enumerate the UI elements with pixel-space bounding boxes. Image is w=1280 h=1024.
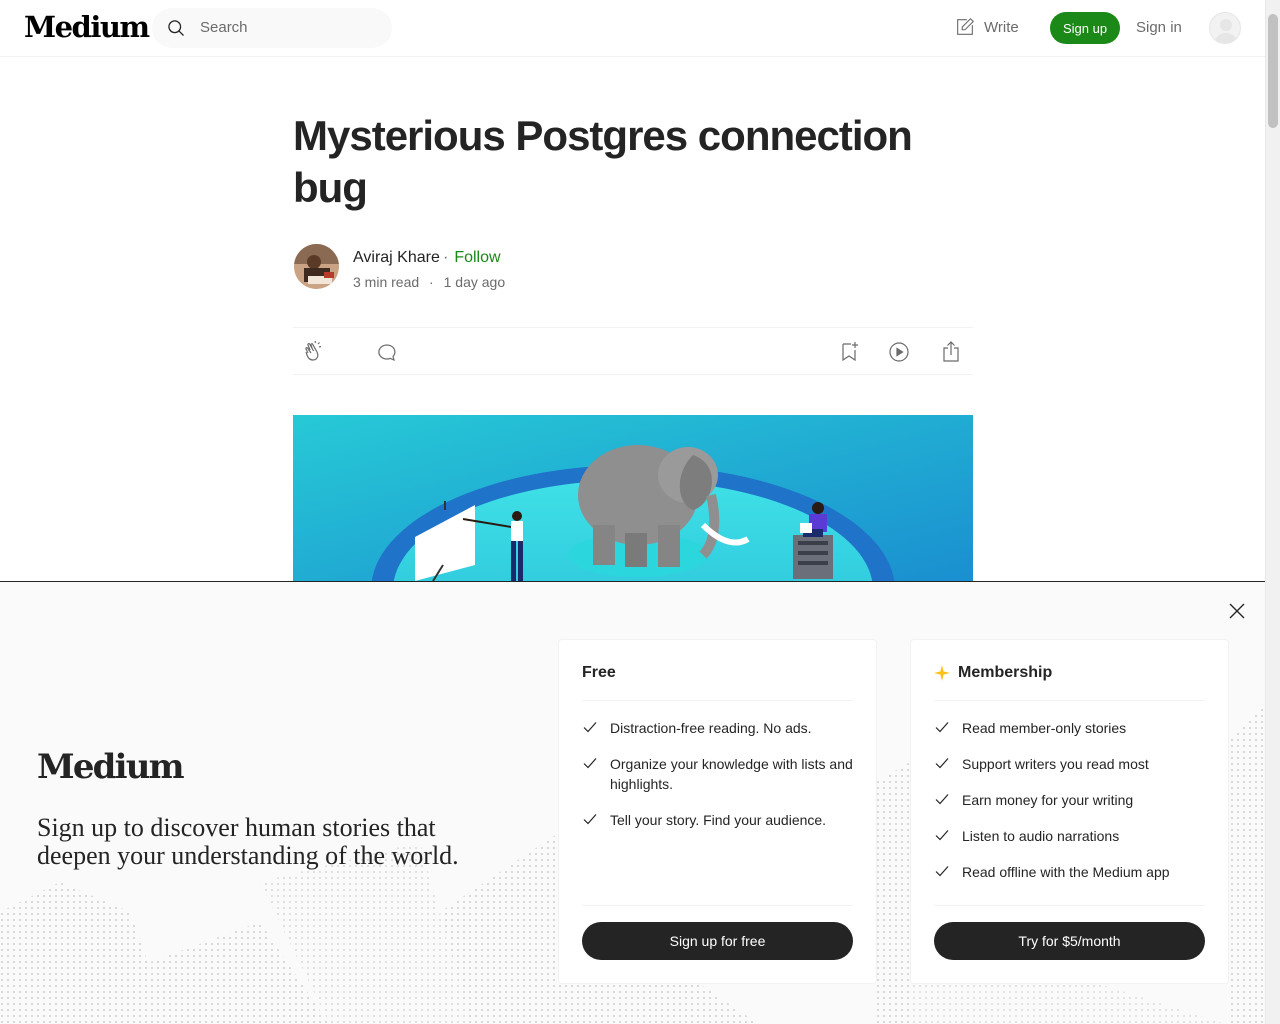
membership-feature-text: Listen to audio narrations: [962, 828, 1120, 844]
author-name[interactable]: Aviraj Khare: [353, 249, 440, 267]
free-feature-text: Distraction-free reading. No ads.: [610, 720, 812, 736]
signup-button[interactable]: Sign up: [1050, 12, 1120, 44]
check-icon: [583, 758, 597, 769]
check-icon: [935, 866, 949, 877]
default-avatar-icon: [1214, 19, 1238, 43]
search-input[interactable]: Search: [152, 8, 392, 48]
try-membership-button[interactable]: Try for $5/month: [934, 922, 1205, 960]
free-plan-title: Free: [582, 664, 616, 682]
clap-icon[interactable]: [301, 340, 325, 364]
page-scrollbar[interactable]: [1265, 0, 1280, 1024]
check-icon: [935, 722, 949, 733]
signup-overlay: Medium Sign up to discover human stories…: [0, 581, 1265, 1024]
scrollbar-thumb[interactable]: [1268, 14, 1278, 128]
divider: [582, 905, 853, 906]
check-icon: [583, 722, 597, 733]
check-icon: [935, 830, 949, 841]
check-icon: [583, 814, 597, 825]
author-photo: [294, 244, 339, 289]
comment-icon[interactable]: [375, 340, 399, 364]
check-icon: [935, 794, 949, 805]
write-label: Write: [984, 18, 1019, 36]
sparkle-icon: [934, 665, 950, 681]
membership-feature-text: Earn money for your writing: [962, 792, 1134, 808]
membership-feature-text: Support writers you read most: [962, 756, 1149, 772]
free-feature-text: Tell your story. Find your audience.: [610, 812, 827, 828]
overlay-tagline: Sign up to discover human stories that d…: [37, 813, 459, 870]
close-icon[interactable]: [1227, 601, 1247, 621]
divider: [934, 905, 1205, 906]
membership-plan-card: Membership Read member-only stories Supp…: [910, 639, 1229, 984]
article-meta: 3 min read · 1 day ago: [353, 274, 505, 290]
follow-label: Follow: [454, 249, 501, 266]
membership-feature-text: Read member-only stories: [962, 720, 1127, 736]
meta-separator: ·: [429, 274, 434, 290]
medium-logo[interactable]: Medium: [24, 10, 150, 44]
published-date: 1 day ago: [443, 274, 506, 290]
divider: [934, 700, 1205, 701]
overlay-medium-logo: Medium: [37, 747, 185, 787]
membership-feature-text: Read offline with the Medium app: [962, 864, 1170, 880]
hero-illustration: [293, 415, 973, 581]
top-navbar: Medium Search Write Sign up Sign in: [0, 0, 1265, 57]
listen-icon[interactable]: [887, 340, 911, 364]
follow-separator: ·: [443, 249, 449, 266]
search-icon: [168, 20, 184, 36]
user-avatar[interactable]: [1209, 12, 1241, 44]
membership-plan-title: Membership: [934, 664, 1052, 682]
free-plan-card: Free Distraction-free reading. No ads. O…: [558, 639, 877, 984]
hero-image: [293, 415, 973, 581]
free-plan-title-label: Free: [582, 664, 616, 681]
author-avatar[interactable]: [294, 244, 339, 289]
bookmark-icon[interactable]: [837, 340, 861, 364]
article-title: Mysterious Postgres connection bug: [293, 112, 913, 211]
write-icon: [957, 17, 975, 35]
article-action-bar: [293, 327, 973, 375]
write-button[interactable]: Write: [954, 16, 1019, 38]
check-icon: [935, 758, 949, 769]
free-feature-text: Organize your knowledge with lists and h…: [610, 756, 853, 792]
divider: [582, 700, 853, 701]
signup-free-button[interactable]: Sign up for free: [582, 922, 853, 960]
membership-plan-title-label: Membership: [958, 664, 1053, 681]
search-placeholder: Search: [200, 19, 248, 36]
follow-link[interactable]: · Follow: [443, 249, 501, 267]
share-icon[interactable]: [939, 340, 963, 364]
read-time: 3 min read: [353, 274, 420, 290]
signin-link[interactable]: Sign in: [1136, 19, 1182, 36]
